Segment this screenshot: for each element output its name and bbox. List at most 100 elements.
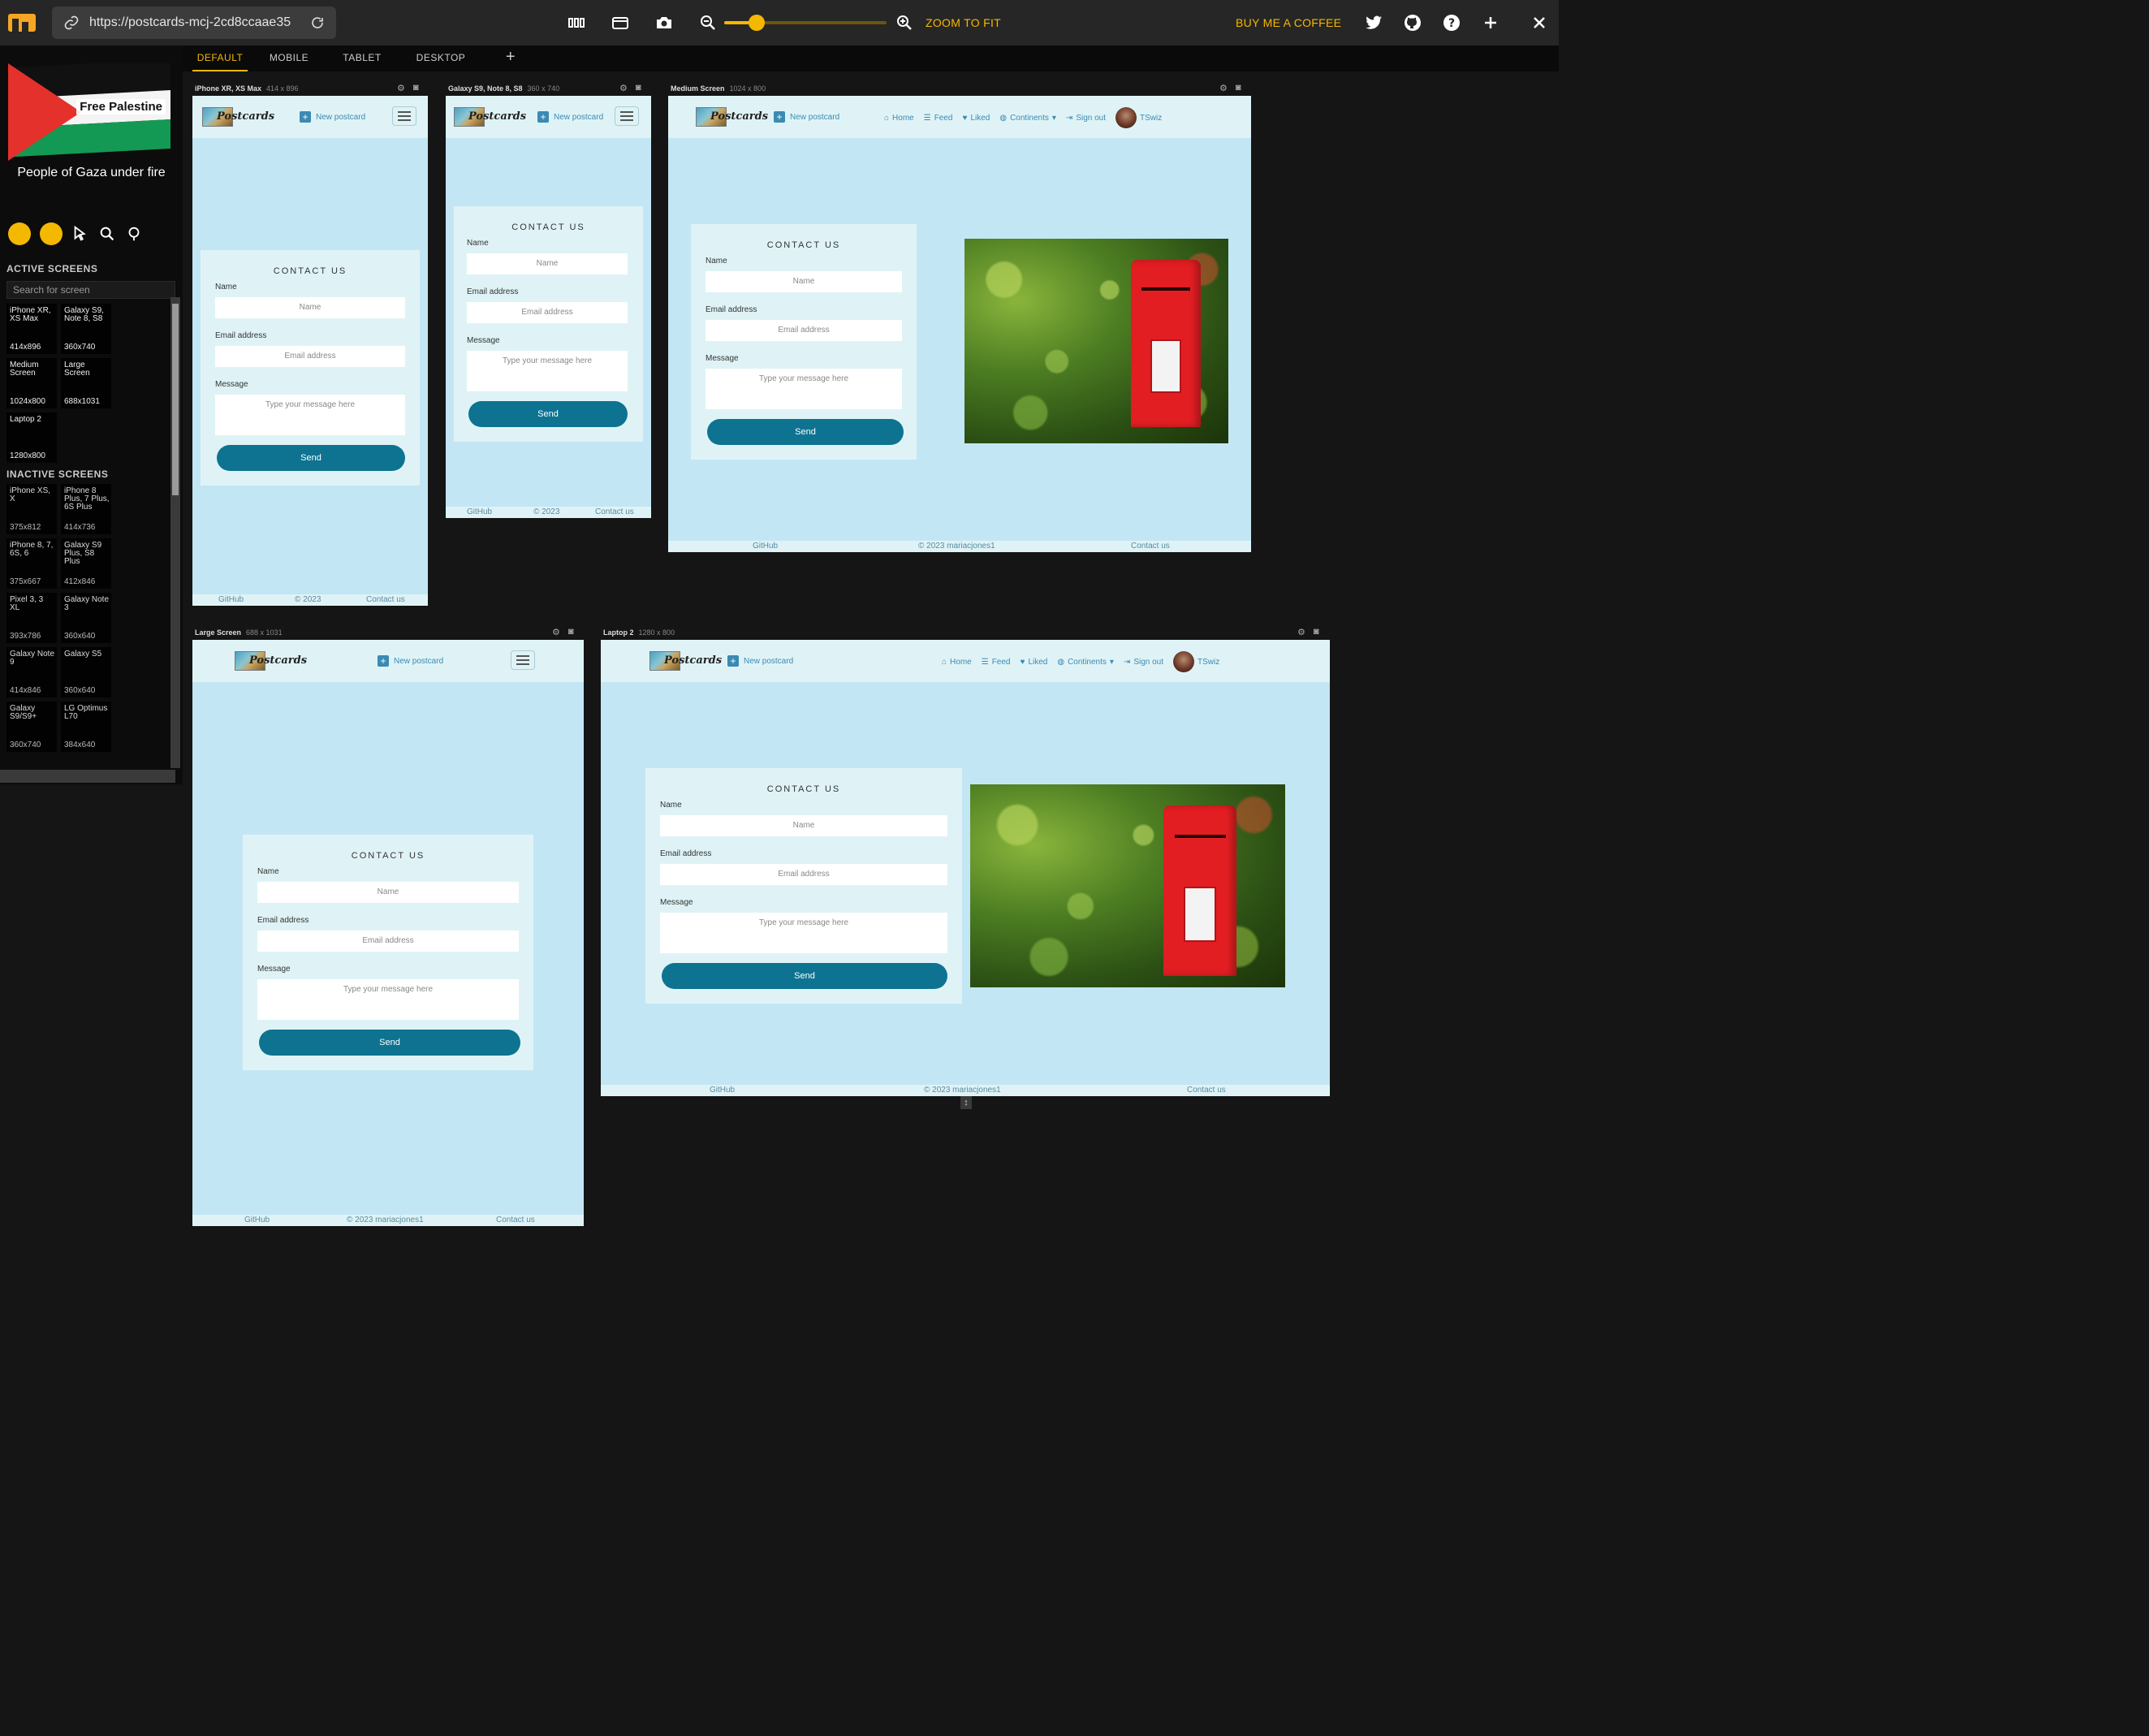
name-input[interactable]: Name <box>706 271 902 292</box>
reload-icon[interactable] <box>310 15 325 30</box>
url-text[interactable]: https://postcards-mcj-2cd8ccaae35 <box>89 15 300 30</box>
search-icon[interactable] <box>98 225 116 243</box>
inspect-toggle-button[interactable] <box>40 222 63 245</box>
zoom-slider-knob[interactable] <box>749 15 765 31</box>
device-item[interactable]: Galaxy S5 360x640 <box>61 647 111 697</box>
device-item[interactable]: Galaxy Note 3 360x640 <box>61 593 111 643</box>
add-icon[interactable] <box>1481 13 1500 32</box>
camera-icon[interactable]: ◙ <box>636 83 641 93</box>
layout-single-icon[interactable] <box>611 13 630 32</box>
message-textarea[interactable]: Type your message here <box>467 351 628 391</box>
name-input[interactable]: Name <box>215 297 405 318</box>
nav-home-link[interactable]: ⌂ Home <box>942 658 972 667</box>
camera-icon[interactable]: ◙ <box>413 83 419 93</box>
site-logo[interactable]: Postcards <box>235 650 307 672</box>
zoom-slider[interactable] <box>724 15 887 31</box>
zoom-to-fit-button[interactable]: ZOOM TO FIT <box>926 16 1001 29</box>
site-logo[interactable]: Postcards <box>649 650 722 672</box>
bulb-icon[interactable] <box>125 225 143 243</box>
device-item[interactable]: Galaxy S9/S9+ 360x740 <box>6 702 57 752</box>
app-logo[interactable] <box>8 14 36 32</box>
add-tab-button[interactable]: + <box>501 45 520 71</box>
sidebar-horizontal-scrollbar[interactable] <box>0 770 175 783</box>
footer-github-link[interactable]: GitHub <box>467 507 492 516</box>
device-item[interactable]: iPhone 8, 7, 6S, 6 375x667 <box>6 538 57 589</box>
tab-tablet[interactable]: TABLET <box>337 45 387 71</box>
scrollbar-thumb[interactable] <box>172 304 179 495</box>
nav-continents-dropdown[interactable]: ◍ Continents ▾ <box>999 114 1056 123</box>
close-icon[interactable] <box>1530 13 1549 32</box>
new-postcard-link[interactable]: + New postcard <box>727 655 793 667</box>
nav-signout-link[interactable]: ⇥ Sign out <box>1124 658 1163 667</box>
gear-icon[interactable]: ⚙ <box>397 83 405 93</box>
hamburger-menu-button[interactable] <box>615 106 639 126</box>
send-button[interactable]: Send <box>468 401 628 427</box>
gear-icon[interactable]: ⚙ <box>552 627 560 637</box>
message-textarea[interactable]: Type your message here <box>215 395 405 435</box>
gear-icon[interactable]: ⚙ <box>619 83 628 93</box>
device-item[interactable]: iPhone XR, XS Max 414x896 <box>6 304 57 354</box>
new-postcard-link[interactable]: + New postcard <box>300 111 365 123</box>
name-input[interactable]: Name <box>257 882 519 903</box>
hamburger-menu-button[interactable] <box>511 650 535 670</box>
footer-github-link[interactable]: GitHub <box>753 542 778 551</box>
footer-contact-link[interactable]: Contact us <box>1131 542 1170 551</box>
send-button[interactable]: Send <box>217 445 405 471</box>
email-input[interactable]: Email address <box>257 931 519 952</box>
nav-continents-dropdown[interactable]: ◍ Continents ▾ <box>1057 658 1114 667</box>
nav-user[interactable]: TSwiz <box>1115 107 1162 128</box>
camera-icon[interactable]: ◙ <box>1314 627 1319 637</box>
footer-contact-link[interactable]: Contact us <box>496 1216 535 1224</box>
camera-icon[interactable]: ◙ <box>1236 83 1241 93</box>
device-item[interactable]: Laptop 2 1280x800 <box>6 412 57 463</box>
footer-contact-link[interactable]: Contact us <box>595 507 634 516</box>
send-button[interactable]: Send <box>259 1030 520 1056</box>
device-item[interactable]: Galaxy S9 Plus, S8 Plus 412x846 <box>61 538 111 589</box>
name-input[interactable]: Name <box>660 815 947 836</box>
footer-contact-link[interactable]: Contact us <box>1187 1086 1226 1095</box>
tab-mobile[interactable]: MOBILE <box>264 45 314 71</box>
site-logo[interactable]: Postcards <box>454 106 526 128</box>
nav-liked-link[interactable]: ♥ Liked <box>963 114 990 123</box>
device-item[interactable]: Pixel 3, 3 XL 393x786 <box>6 593 57 643</box>
camera-icon[interactable]: ◙ <box>568 627 574 637</box>
message-textarea[interactable]: Type your message here <box>706 369 902 409</box>
site-logo[interactable]: Postcards <box>696 106 768 128</box>
send-button[interactable]: Send <box>662 963 947 989</box>
footer-github-link[interactable]: GitHub <box>218 595 244 604</box>
device-item[interactable]: LG Optimus L70 384x640 <box>61 702 111 752</box>
buy-me-a-coffee-link[interactable]: BUY ME A COFFEE <box>1236 16 1341 29</box>
hamburger-menu-button[interactable] <box>392 106 416 126</box>
email-input[interactable]: Email address <box>706 320 902 341</box>
resize-handle-icon[interactable]: ↕ <box>960 1096 972 1109</box>
device-item[interactable]: iPhone XS, X 375x812 <box>6 484 57 534</box>
name-input[interactable]: Name <box>467 253 628 274</box>
message-textarea[interactable]: Type your message here <box>660 913 947 953</box>
zoom-in-icon[interactable] <box>895 13 914 32</box>
new-postcard-link[interactable]: + New postcard <box>537 111 603 123</box>
new-postcard-link[interactable]: + New postcard <box>378 655 443 667</box>
screen-search-input[interactable]: Search for screen <box>6 281 175 299</box>
github-icon[interactable] <box>1403 13 1422 32</box>
address-bar[interactable]: https://postcards-mcj-2cd8ccaae35 <box>52 6 336 39</box>
cursor-icon[interactable] <box>71 225 89 243</box>
nav-home-link[interactable]: ⌂ Home <box>884 114 914 123</box>
device-item[interactable]: Medium Screen 1024x800 <box>6 358 57 408</box>
device-item[interactable]: Galaxy S9, Note 8, S8 360x740 <box>61 304 111 354</box>
email-input[interactable]: Email address <box>215 346 405 367</box>
nav-liked-link[interactable]: ♥ Liked <box>1021 658 1048 667</box>
device-item[interactable]: Galaxy Note 9 414x846 <box>6 647 57 697</box>
tab-desktop[interactable]: DESKTOP <box>412 45 470 71</box>
sidebar-scrollbar[interactable] <box>170 297 180 768</box>
new-postcard-link[interactable]: + New postcard <box>774 111 839 123</box>
palestine-flag-banner[interactable]: Free Palestine <box>8 63 170 161</box>
twitter-icon[interactable] <box>1364 13 1383 32</box>
zoom-out-icon[interactable] <box>698 13 718 32</box>
footer-github-link[interactable]: GitHub <box>710 1086 735 1095</box>
help-icon[interactable]: ? <box>1442 13 1461 32</box>
email-input[interactable]: Email address <box>467 302 628 323</box>
device-toggle-button[interactable] <box>8 222 31 245</box>
device-item[interactable]: Large Screen 688x1031 <box>61 358 111 408</box>
gear-icon[interactable]: ⚙ <box>1297 627 1305 637</box>
nav-user[interactable]: TSwiz <box>1173 651 1219 672</box>
